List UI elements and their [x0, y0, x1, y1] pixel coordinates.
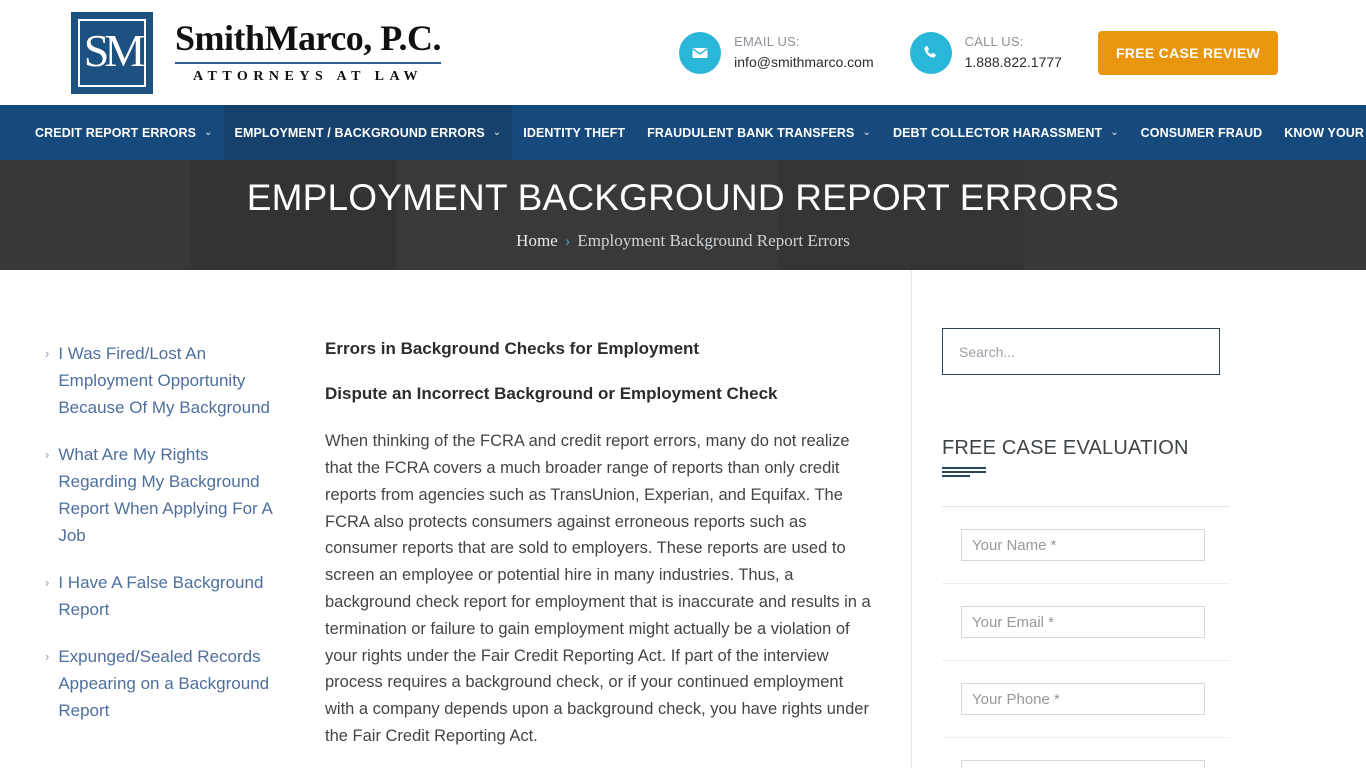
sidebar-link-label: I Was Fired/Lost An Employment Opportuni… [58, 344, 271, 417]
nav-item-label: EMPLOYMENT / BACKGROUND ERRORS [234, 125, 485, 140]
nav-item-label: IDENTITY THEFT [523, 125, 626, 140]
phone-value[interactable]: 1.888.822.1777 [965, 52, 1062, 72]
free-case-evaluation-title: FREE CASE EVALUATION [942, 437, 1189, 459]
envelope-icon [679, 31, 722, 74]
page-title: EMPLOYMENT BACKGROUND REPORT ERRORS [246, 176, 1120, 218]
your-phone-field[interactable] [961, 683, 1205, 715]
your-email-field[interactable] [961, 606, 1205, 638]
article-heading-2: Dispute an Incorrect Background or Emplo… [325, 384, 778, 404]
title-underline-decoration [942, 467, 1256, 477]
select-state-field[interactable] [961, 760, 1205, 768]
logo-wordmark: SmithMarco, P.C. ATTORNEYS AT LAW [175, 18, 442, 85]
chevron-right-icon: › [45, 649, 50, 664]
sidebar-link-label: I Have A False Background Report [58, 573, 264, 619]
nav-item-label: FRAUDULENT BANK TRANSFERS [647, 125, 855, 140]
primary-navigation: CREDIT REPORT ERRORS ⌄ EMPLOYMENT / BACKGR… [0, 105, 1366, 160]
article-paragraph: When thinking of the FCRA and credit rep… [325, 432, 871, 745]
phone-contact-text: CALL US: 1.888.822.1777 [965, 33, 1062, 72]
sidebar-link[interactable]: › What Are My Rights Regarding My Backgro… [45, 441, 300, 549]
nav-item-know-your-rights[interactable]: KNOW YOUR RIGHTS⌄ [1273, 105, 1366, 160]
form-top-divider [942, 506, 1230, 507]
nav-item-fraudulent-bank-transfers[interactable]: FRAUDULENT BANK TRANSFERS ⌄ [636, 105, 882, 160]
sidebar-link-label: What Are My Rights Regarding My Backgrou… [58, 445, 272, 545]
search-input[interactable] [942, 328, 1220, 375]
chevron-down-icon[interactable]: ⌄ [862, 127, 870, 138]
your-name-field[interactable] [961, 529, 1205, 561]
nav-item-credit-report-errors[interactable]: CREDIT REPORT ERRORS ⌄ [24, 105, 224, 160]
sidebar-link[interactable]: › I Was Fired/Lost An Employment Opportun… [45, 340, 300, 421]
chevron-down-icon[interactable]: ⌄ [493, 127, 501, 138]
sidebar-link-label: Expunged/Sealed Records Appearing on a B… [58, 647, 270, 720]
field-divider [942, 660, 1230, 661]
sidebar-link[interactable]: › Expunged/Sealed Records Appearing on a … [45, 643, 300, 724]
field-divider [942, 583, 1230, 584]
site-header: SM SmithMarco, P.C. ATTORNEYS AT LAW EMA… [0, 0, 1366, 105]
logo-tagline: ATTORNEYS AT LAW [192, 69, 424, 84]
nav-item-employment-background-errors[interactable]: EMPLOYMENT / BACKGROUND ERRORS ⌄ [223, 105, 513, 160]
right-sidebar: FREE CASE EVALUATION [911, 270, 1366, 768]
sidebar-link[interactable]: › I Have A False Background Report [45, 569, 300, 623]
left-sidebar: › I Was Fired/Lost An Employment Opportun… [0, 270, 300, 768]
email-label: EMAIL US: [734, 33, 800, 49]
chevron-right-icon: › [45, 346, 50, 361]
chevron-down-icon[interactable]: ⌄ [204, 127, 212, 138]
nav-item-label: CREDIT REPORT ERRORS [35, 125, 197, 140]
email-value[interactable]: info@smithmarco.com [734, 52, 873, 72]
field-divider [942, 737, 1230, 738]
nav-item-consumer-fraud[interactable]: CONSUMER FRAUD [1130, 105, 1274, 160]
email-contact[interactable]: EMAIL US: info@smithmarco.com [679, 31, 874, 74]
article-heading-1: Errors in Background Checks for Employme… [325, 339, 700, 358]
breadcrumb-separator-icon: › [564, 231, 571, 251]
nav-item-label: DEBT COLLECTOR HARASSMENT [892, 125, 1103, 140]
breadcrumb-home-link[interactable]: Home [516, 231, 558, 250]
chevron-down-icon[interactable]: ⌄ [1110, 127, 1118, 138]
logo-firm-name: SmithMarco, P.C. [175, 18, 442, 58]
nav-item-label: KNOW YOUR RIGHTS [1284, 125, 1366, 140]
logo-monogram-text: SM [78, 18, 146, 87]
page-hero: EMPLOYMENT BACKGROUND REPORT ERRORS Home… [0, 160, 1366, 270]
logo[interactable]: SM SmithMarco, P.C. ATTORNEYS AT LAW [71, 11, 442, 94]
free-case-evaluation-form [942, 529, 1256, 768]
free-case-review-button[interactable]: FREE CASE REVIEW [1097, 30, 1278, 75]
phone-contact[interactable]: CALL US: 1.888.822.1777 [909, 31, 1062, 74]
chevron-right-icon: › [45, 447, 50, 462]
breadcrumb-current: Employment Background Report Errors [577, 231, 850, 251]
nav-item-debt-collector-harassment[interactable]: DEBT COLLECTOR HARASSMENT ⌄ [882, 105, 1130, 160]
phone-label: CALL US: [964, 33, 1024, 49]
nav-item-label: CONSUMER FRAUD [1140, 125, 1263, 140]
nav-item-identity-theft[interactable]: IDENTITY THEFT [512, 105, 636, 160]
chevron-right-icon: › [45, 575, 50, 590]
main-article: Errors in Background Checks for Employme… [300, 270, 911, 768]
email-contact-text: EMAIL US: info@smithmarco.com [734, 33, 873, 72]
page-content: › I Was Fired/Lost An Employment Opportun… [0, 270, 1366, 768]
logo-rule [175, 62, 441, 64]
header-contact-area: EMAIL US: info@smithmarco.com CALL US: 1… [679, 0, 1278, 105]
breadcrumb: Home › Employment Background Report Errors [516, 231, 850, 251]
logo-monogram-mark: SM [71, 11, 153, 94]
phone-icon [909, 31, 952, 74]
